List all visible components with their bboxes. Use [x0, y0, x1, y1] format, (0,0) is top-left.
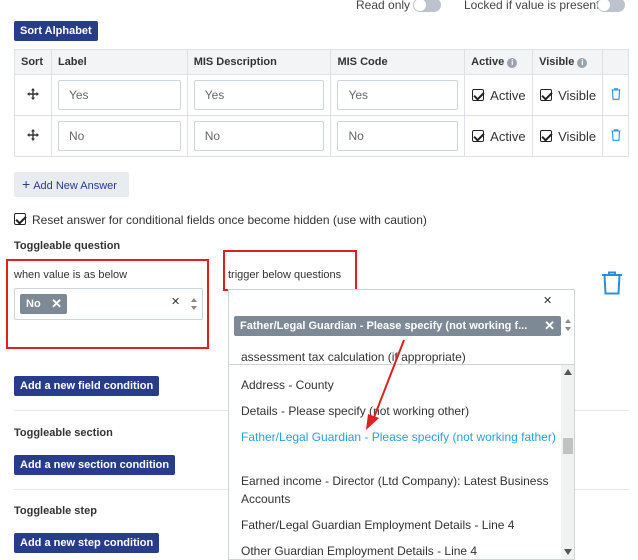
- selected-question-tag: Father/Legal Guardian - Please specify (…: [234, 316, 561, 336]
- selected-value-tag: No ✕: [20, 294, 67, 314]
- move-icon[interactable]: [26, 128, 39, 141]
- add-step-condition-button[interactable]: Add a new step condition: [14, 533, 160, 553]
- sort-alphabet-button[interactable]: Sort Alphabet: [14, 21, 98, 41]
- header-mis-code: MIS Code: [330, 49, 466, 75]
- visible-label: Visible: [558, 87, 597, 103]
- when-value-label: when value is as below: [14, 269, 128, 281]
- label-input[interactable]: Yes: [57, 80, 181, 110]
- clear-icon[interactable]: ✕: [171, 295, 180, 308]
- read-only-label: Read only: [356, 0, 411, 12]
- active-label: Active: [490, 128, 526, 144]
- remove-tag-icon[interactable]: ✕: [544, 316, 555, 336]
- visible-checkbox[interactable]: [540, 88, 553, 101]
- add-section-condition-button[interactable]: Add a new section condition: [14, 455, 176, 475]
- divider: [575, 489, 629, 490]
- toggleable-section-heading: Toggleable section: [14, 427, 113, 439]
- visible-label: Visible: [558, 128, 597, 144]
- dropdown-item[interactable]: Other Guardian Employment Details - Line…: [241, 542, 561, 560]
- trash-icon[interactable]: [611, 128, 621, 141]
- dropdown-item[interactable]: Father/Legal Guardian Employment Details…: [241, 516, 561, 534]
- mis-description-input[interactable]: No: [193, 121, 325, 151]
- trash-icon[interactable]: [611, 87, 621, 100]
- divider: [14, 410, 228, 411]
- info-icon: i: [507, 58, 518, 68]
- visible-checkbox[interactable]: [540, 129, 553, 142]
- chevron-updown-icon[interactable]: [565, 318, 571, 332]
- drag-handle-cell: [14, 74, 52, 116]
- remove-tag-icon[interactable]: ✕: [51, 294, 62, 314]
- info-icon: i: [577, 58, 588, 68]
- divider: [14, 489, 228, 490]
- answers-table: Sort Label MIS Description MIS Code Acti…: [14, 49, 629, 157]
- mis-description-input[interactable]: Yes: [193, 80, 325, 110]
- header-visible: Visible i: [532, 49, 604, 75]
- reset-answer-row: Reset answer for conditional fields once…: [14, 213, 427, 227]
- annotation-arrow: [366, 339, 405, 430]
- mis-code-input[interactable]: Yes: [337, 80, 459, 110]
- table-row: No No No Active Visible: [14, 115, 629, 157]
- header-mis-description: MIS Description: [186, 49, 332, 75]
- trash-icon[interactable]: [601, 271, 623, 295]
- table-row: Yes Yes Yes Active Visible: [14, 74, 629, 116]
- active-checkbox[interactable]: [472, 129, 485, 142]
- chevron-updown-icon[interactable]: [191, 297, 197, 311]
- locked-toggle[interactable]: [597, 0, 625, 12]
- divider: [575, 410, 629, 411]
- header-label: Label: [50, 49, 188, 75]
- table-header-row: Sort Label MIS Description MIS Code Acti…: [14, 49, 629, 75]
- scrollbar-thumb[interactable]: [563, 438, 573, 454]
- header-active: Active i: [464, 49, 534, 75]
- add-field-condition-button[interactable]: Add a new field condition: [14, 376, 160, 396]
- active-checkbox[interactable]: [472, 88, 485, 101]
- trigger-label: trigger below questions: [228, 269, 342, 281]
- add-new-answer-button[interactable]: + Add New Answer: [14, 172, 129, 197]
- plus-icon: +: [22, 176, 31, 192]
- reset-answer-checkbox[interactable]: [14, 213, 26, 225]
- drag-handle-cell: [14, 115, 52, 157]
- clear-icon[interactable]: ✕: [543, 294, 552, 307]
- active-label: Active: [490, 87, 526, 103]
- mis-code-input[interactable]: No: [337, 121, 459, 151]
- scroll-down-icon[interactable]: [564, 549, 572, 555]
- header-actions: [602, 49, 629, 75]
- when-value-select[interactable]: No ✕ ✕: [14, 288, 203, 320]
- move-icon[interactable]: [26, 87, 39, 100]
- locked-label: Locked if value is present: [464, 0, 600, 12]
- label-input[interactable]: No: [57, 121, 181, 151]
- header-sort: Sort: [14, 49, 52, 75]
- dropdown-item[interactable]: Earned income - Director (Ltd Company): …: [241, 472, 561, 508]
- toggleable-question-heading: Toggleable question: [14, 240, 121, 252]
- toggleable-step-heading: Toggleable step: [14, 505, 97, 517]
- scroll-up-icon[interactable]: [564, 369, 572, 375]
- dropdown-scrollbar[interactable]: [561, 365, 574, 559]
- read-only-toggle[interactable]: [413, 0, 441, 12]
